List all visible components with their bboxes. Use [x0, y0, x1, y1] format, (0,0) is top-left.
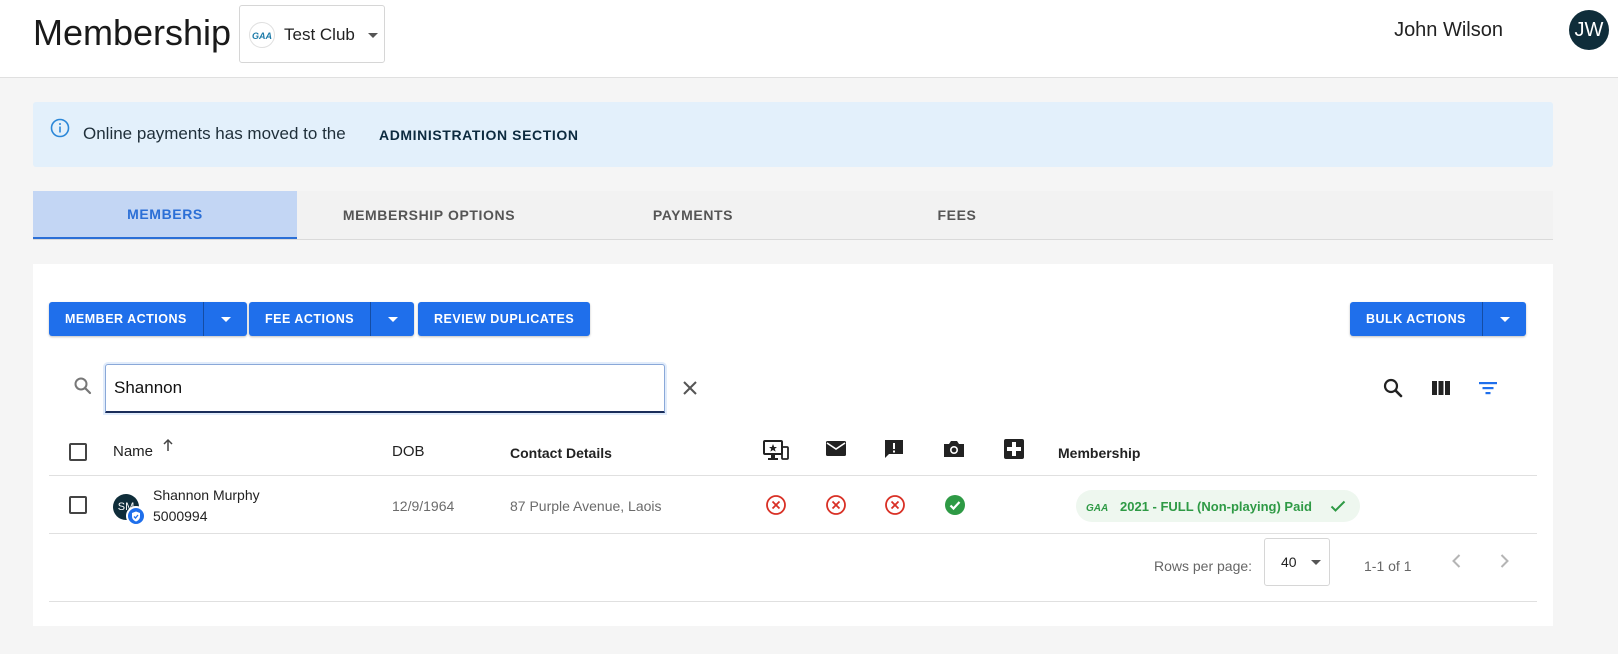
- tab-bar: MEMBERS MEMBERSHIP OPTIONS PAYMENTS FEES: [33, 191, 1553, 240]
- chevron-down-icon: [368, 33, 378, 38]
- rows-per-page-value: 40: [1281, 554, 1297, 570]
- user-name: John Wilson: [1394, 19, 1503, 41]
- fee-actions-dropdown[interactable]: [370, 302, 414, 336]
- photo-status-check-icon: [944, 494, 966, 521]
- banner-text: Online payments has moved to the: [83, 124, 346, 143]
- alert-icon: [882, 438, 906, 467]
- administration-section-link[interactable]: ADMINISTRATION SECTION: [379, 127, 579, 143]
- filter-icon[interactable]: [1477, 377, 1499, 404]
- club-selector[interactable]: GAA Test Club: [239, 5, 385, 63]
- page-title: Membership: [33, 12, 232, 53]
- alert-status-cross-icon: [884, 494, 906, 521]
- user-avatar[interactable]: JW: [1569, 10, 1609, 50]
- info-banner: Online payments has moved to the ADMINIS…: [33, 102, 1553, 167]
- search-toggle-icon[interactable]: [1382, 377, 1404, 404]
- online-status-cross-icon: [765, 494, 787, 521]
- membership-chip[interactable]: GAA 2021 - FULL (Non-playing) Paid: [1076, 490, 1360, 522]
- rows-per-page-select[interactable]: 40: [1264, 538, 1330, 586]
- column-header-dob[interactable]: DOB: [392, 443, 425, 460]
- member-actions-dropdown[interactable]: [202, 302, 247, 336]
- top-bar: Membership GAA Test Club John Wilson JW: [0, 0, 1618, 78]
- review-duplicates-button[interactable]: REVIEW DUPLICATES: [418, 302, 590, 336]
- tab-payments[interactable]: PAYMENTS: [561, 191, 825, 239]
- member-actions-group: MEMBER ACTIONS: [49, 302, 247, 336]
- member-actions-button[interactable]: MEMBER ACTIONS: [49, 302, 203, 336]
- pagination-range: 1-1 of 1: [1364, 558, 1412, 574]
- table-pagination: Rows per page: 40 1-1 of 1: [49, 534, 1537, 602]
- chevron-down-icon: [1311, 560, 1321, 565]
- columns-icon[interactable]: [1430, 377, 1452, 404]
- gaa-logo-icon: GAA: [249, 22, 275, 48]
- email-status-cross-icon: [825, 494, 847, 521]
- fee-actions-button[interactable]: FEE ACTIONS: [249, 302, 370, 336]
- bulk-actions-button[interactable]: BULK ACTIONS: [1350, 302, 1482, 336]
- membership-label: 2021 - FULL (Non-playing) Paid: [1120, 499, 1312, 514]
- info-icon: [50, 118, 70, 143]
- column-header-contact[interactable]: Contact Details: [510, 445, 612, 461]
- table-row[interactable]: SM Shannon Murphy 5000994 12/9/1964 87 P…: [49, 476, 1537, 534]
- row-checkbox[interactable]: [69, 496, 87, 514]
- previous-page-icon[interactable]: [1447, 551, 1467, 576]
- review-duplicates-group: REVIEW DUPLICATES: [418, 302, 591, 336]
- member-dob: 12/9/1964: [392, 498, 455, 514]
- chevron-down-icon: [1499, 317, 1510, 322]
- medical-icon: [1003, 438, 1025, 465]
- gaa-logo-icon: GAA: [1086, 500, 1108, 518]
- club-name: Test Club: [284, 25, 355, 44]
- check-icon: [1330, 499, 1346, 518]
- tab-membership-options[interactable]: MEMBERSHIP OPTIONS: [297, 191, 561, 239]
- column-header-membership[interactable]: Membership: [1058, 445, 1140, 461]
- svg-text:GAA: GAA: [1086, 503, 1108, 513]
- chevron-down-icon: [388, 317, 399, 322]
- svg-text:GAA: GAA: [252, 31, 272, 40]
- next-page-icon[interactable]: [1494, 551, 1514, 576]
- camera-icon: [942, 438, 966, 465]
- fee-actions-group: FEE ACTIONS: [249, 302, 415, 336]
- search-input[interactable]: [105, 364, 665, 413]
- rows-per-page-label: Rows per page:: [1154, 558, 1253, 574]
- clear-search-icon[interactable]: [680, 378, 700, 403]
- select-all-checkbox[interactable]: [69, 443, 87, 461]
- member-id: 5000994: [153, 508, 208, 524]
- bulk-actions-group: BULK ACTIONS: [1350, 302, 1526, 336]
- column-header-name[interactable]: Name: [113, 443, 153, 460]
- tab-fees[interactable]: FEES: [825, 191, 1089, 239]
- search-icon: [73, 376, 93, 401]
- member-contact: 87 Purple Avenue, Laois: [510, 498, 662, 514]
- tab-members[interactable]: MEMBERS: [33, 191, 297, 239]
- verified-shield-icon: [126, 506, 146, 526]
- online-member-icon: [763, 438, 789, 467]
- chevron-down-icon: [220, 317, 231, 322]
- bulk-actions-dropdown[interactable]: [1481, 302, 1526, 336]
- table-header: Name DOB Contact Details Membership: [49, 428, 1537, 476]
- members-card: MEMBER ACTIONS FEE ACTIONS REVIEW DUPLIC…: [33, 264, 1553, 626]
- member-name[interactable]: Shannon Murphy: [153, 487, 260, 503]
- email-icon: [824, 438, 848, 465]
- sort-ascending-icon[interactable]: [161, 438, 175, 457]
